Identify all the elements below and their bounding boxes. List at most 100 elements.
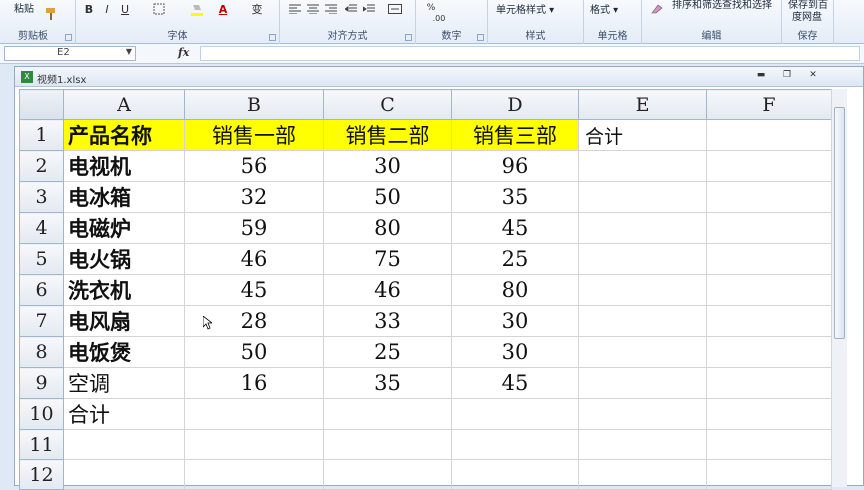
table-cell[interactable] [706,274,832,306]
table-cell[interactable]: 50 [323,181,452,213]
row-header[interactable]: 3 [19,181,64,213]
table-cell[interactable] [323,398,452,430]
row-header[interactable]: 10 [19,398,64,430]
chevron-down-icon[interactable]: ▼ [126,47,132,56]
phonetic-button[interactable]: 变 [248,1,266,17]
row-header[interactable]: 11 [19,429,64,460]
align-left-icon[interactable] [286,1,304,17]
restore-icon[interactable]: ❐ [779,70,795,83]
font-launcher-icon[interactable] [269,34,276,41]
increase-indent-icon[interactable] [360,1,378,17]
table-cell[interactable] [706,243,832,275]
row-header[interactable]: 7 [19,305,64,337]
decimal-button[interactable]: .00 [424,10,454,26]
row-header[interactable]: 2 [19,150,64,182]
scrollbar-thumb[interactable] [834,107,845,339]
table-cell[interactable]: 46 [323,274,452,306]
total-label-cell[interactable]: 合计 [63,398,185,430]
product-cell[interactable]: 电冰箱 [63,181,185,213]
row-header[interactable]: 12 [19,459,64,490]
table-cell[interactable]: 35 [451,181,579,213]
table-cell[interactable] [706,181,832,213]
table-cell[interactable] [706,336,832,368]
bold-button[interactable]: B [80,1,98,17]
table-cell[interactable] [451,429,579,460]
column-header-e[interactable]: E [578,89,707,120]
sort-filter-button[interactable]: 排序和筛选 [672,0,722,11]
table-cell[interactable]: 25 [451,243,579,275]
italic-button[interactable]: I [98,1,116,17]
product-cell[interactable]: 电火锅 [63,243,185,275]
number-launcher-icon[interactable] [477,34,484,41]
table-cell[interactable] [578,150,707,182]
alignment-launcher-icon[interactable] [405,34,412,41]
table-cell[interactable] [578,274,707,306]
table-cell[interactable] [451,398,579,430]
table-cell[interactable] [578,429,707,460]
formula-input[interactable] [200,46,860,61]
product-cell[interactable]: 空调 [63,367,185,399]
table-cell[interactable]: 30 [451,305,579,337]
table-cell[interactable] [578,305,707,337]
clear-icon[interactable] [648,1,666,17]
table-cell[interactable]: 35 [323,367,452,399]
product-cell[interactable]: 洗衣机 [63,274,185,306]
paste-button[interactable]: 粘贴 [14,0,34,15]
table-cell[interactable]: 32 [184,181,324,213]
row-header[interactable]: 5 [19,243,64,275]
table-cell[interactable]: 45 [451,367,579,399]
table-cell[interactable]: 16 [184,367,324,399]
table-cell[interactable]: 30 [323,150,452,182]
row-header[interactable]: 4 [19,212,64,244]
select-all-button[interactable] [19,89,64,120]
table-cell[interactable]: 80 [451,274,579,306]
table-cell[interactable]: 30 [451,336,579,368]
fill-color-icon[interactable] [188,1,206,17]
table-cell[interactable] [706,119,832,151]
cell-styles-button[interactable]: 单元格样式 ▾ [496,1,554,16]
table-cell[interactable] [578,181,707,213]
row-header[interactable]: 9 [19,367,64,399]
table-cell[interactable]: 45 [184,274,324,306]
table-cell[interactable] [578,212,707,244]
header-cell-dept1[interactable]: 销售一部 [184,119,324,151]
column-header-b[interactable]: B [184,89,324,120]
table-cell[interactable] [578,336,707,368]
table-cell[interactable] [323,429,452,460]
row-header[interactable]: 6 [19,274,64,306]
table-cell[interactable] [63,429,185,460]
product-cell[interactable]: 电磁炉 [63,212,185,244]
table-cell[interactable] [706,429,832,460]
table-cell[interactable] [706,367,832,399]
table-cell[interactable] [578,398,707,430]
row-header[interactable]: 8 [19,336,64,368]
table-cell[interactable] [63,459,185,490]
table-cell[interactable] [706,398,832,430]
header-cell-product[interactable]: 产品名称 [63,119,185,151]
table-cell[interactable]: 50 [184,336,324,368]
font-color-button[interactable]: A [214,1,232,17]
column-header-d[interactable]: D [451,89,579,120]
table-cell[interactable] [706,150,832,182]
table-cell[interactable]: 45 [451,212,579,244]
table-cell[interactable]: 33 [323,305,452,337]
column-header-a[interactable]: A [63,89,185,120]
header-cell-total[interactable]: 合计 [578,119,707,151]
row-header[interactable]: 1 [19,119,64,151]
decrease-indent-icon[interactable] [342,1,360,17]
column-header-c[interactable]: C [323,89,452,120]
align-right-icon[interactable] [322,1,340,17]
close-icon[interactable]: ✕ [805,70,821,83]
table-cell[interactable]: 56 [184,150,324,182]
insert-function-button[interactable]: fx [178,46,189,59]
format-button[interactable]: 格式 ▾ [590,1,618,16]
table-cell[interactable] [706,459,832,490]
table-cell[interactable] [184,429,324,460]
table-cell[interactable] [578,243,707,275]
table-cell[interactable]: 46 [184,243,324,275]
clipboard-launcher-icon[interactable] [65,34,72,41]
underline-button[interactable]: U [116,1,134,17]
name-box[interactable]: E2 ▼ [4,46,136,61]
borders-icon[interactable] [150,1,168,17]
header-cell-dept2[interactable]: 销售二部 [323,119,452,151]
